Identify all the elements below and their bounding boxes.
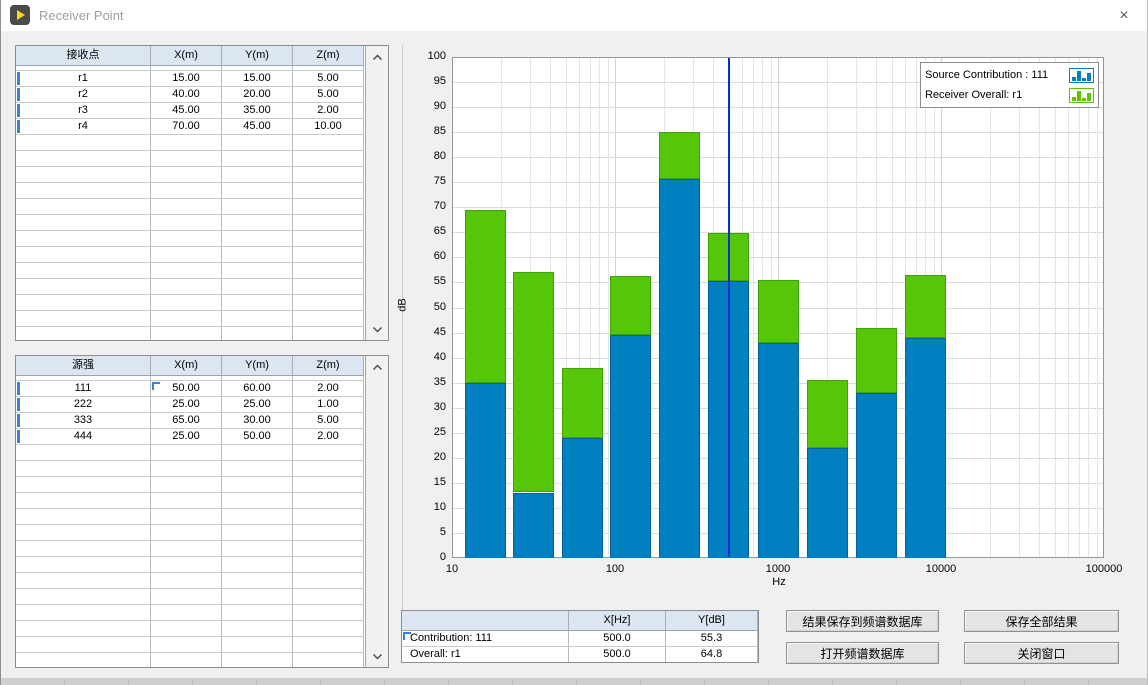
bar-31.5hz-contribution: [513, 493, 554, 558]
y-tick-label: 95: [416, 75, 446, 87]
column-header: X[Hz]: [569, 611, 666, 631]
y-tick-label: 90: [416, 100, 446, 112]
bar-2000hz-overall: [807, 380, 848, 448]
y-tick-label: 85: [416, 125, 446, 137]
bar-1000hz-overall: [758, 280, 799, 343]
cell-focus-marker: [403, 632, 411, 640]
legend-label-source-contribution: Source Contribution : 111: [925, 69, 1048, 81]
y-tick-label: 10: [416, 501, 446, 513]
v-gridline-minor: [990, 58, 991, 557]
bar-8000hz-contribution: [905, 338, 946, 558]
v-gridline-minor: [1039, 58, 1040, 557]
table-cell[interactable]: 500.0: [569, 631, 666, 647]
bar-4000hz-overall: [856, 328, 897, 393]
save-results-to-spectrum-db-button[interactable]: 结果保存到频谱数据库: [786, 610, 939, 632]
bar-16hz-contribution: [465, 383, 506, 558]
bar-63hz-overall: [562, 368, 603, 438]
x-tick-label: 100: [575, 563, 655, 575]
bar-4000hz-contribution: [856, 393, 897, 558]
y-tick-label: 80: [416, 150, 446, 162]
background-window-sliver: [1, 678, 1148, 685]
bar-63hz-contribution: [562, 438, 603, 558]
bar-series-blue-icon: [1069, 68, 1094, 83]
y-tick-label: 50: [416, 301, 446, 313]
v-gridline-minor: [1055, 58, 1056, 557]
x-axis-unit-label: Hz: [766, 576, 792, 588]
y-tick-label: 20: [416, 451, 446, 463]
y-tick-label: 55: [416, 275, 446, 287]
column-header: [402, 611, 569, 631]
v-gridline-minor: [1019, 58, 1020, 557]
y-tick-label: 25: [416, 426, 446, 438]
y-axis-unit-label: dB: [397, 298, 409, 311]
bar-8000hz-overall: [905, 275, 946, 338]
y-tick-label: 0: [416, 551, 446, 563]
table-cell[interactable]: 500.0: [569, 647, 666, 663]
y-tick-label: 15: [416, 476, 446, 488]
cursor-readout-table: X[Hz]Y[dB]Contribution: 111500.055.3Over…: [401, 610, 759, 663]
table-cell[interactable]: Contribution: 111: [402, 631, 569, 647]
legend-item-source-contribution[interactable]: Source Contribution : 111: [925, 65, 1094, 85]
y-tick-label: 70: [416, 200, 446, 212]
spectrum-chart[interactable]: 0 5 10 15 20 25 30 35 40 45 50 55 60 65 70 75 80 85 90 95 10…: [1, 0, 1147, 685]
v-gridline-minor: [753, 58, 754, 557]
table-header-row: X[Hz]Y[dB]: [402, 611, 758, 631]
y-tick-label: 60: [416, 250, 446, 262]
bar-16hz-overall: [465, 210, 506, 383]
bar-1000hz-contribution: [758, 343, 799, 558]
v-gridline-minor: [1097, 58, 1098, 557]
y-tick-label: 30: [416, 401, 446, 413]
bar-125hz-overall: [610, 276, 651, 335]
v-gridline-minor: [608, 58, 609, 557]
legend-item-receiver-overall[interactable]: Receiver Overall: r1: [925, 85, 1094, 105]
y-tick-label: 35: [416, 376, 446, 388]
x-tick-label: 100000: [1064, 563, 1144, 575]
bar-series-green-icon: [1069, 88, 1094, 103]
table-cell[interactable]: Overall: r1: [402, 647, 569, 663]
table-cell[interactable]: 55.3: [666, 631, 758, 647]
y-tick-label: 40: [416, 351, 446, 363]
y-tick-label: 75: [416, 175, 446, 187]
v-gridline-minor: [1079, 58, 1080, 557]
legend-label-receiver-overall: Receiver Overall: r1: [925, 89, 1022, 101]
x-tick-label: 10: [412, 563, 492, 575]
bar-2000hz-contribution: [807, 448, 848, 558]
receiver-point-window: Receiver Point × 接收点X(m)Y(m)Z(m)r115.001…: [0, 0, 1148, 685]
save-all-results-button[interactable]: 保存全部结果: [964, 610, 1119, 632]
cursor-line-500hz[interactable]: [728, 58, 730, 557]
x-tick-label: 10000: [901, 563, 981, 575]
y-tick-label: 45: [416, 326, 446, 338]
x-tick-label: 1000: [738, 563, 818, 575]
y-tick-label: 100: [416, 50, 446, 62]
y-tick-label: 65: [416, 225, 446, 237]
open-spectrum-db-button[interactable]: 打开频谱数据库: [786, 642, 939, 664]
y-tick-label: 5: [416, 526, 446, 538]
table-cell[interactable]: 64.8: [666, 647, 758, 663]
bar-250hz-contribution: [659, 179, 700, 558]
bar-250hz-overall: [659, 132, 700, 179]
bar-31.5hz-overall: [513, 272, 554, 492]
table-row[interactable]: Overall: r1500.064.8: [402, 647, 758, 663]
v-gridline-minor: [1088, 58, 1089, 557]
chart-legend: Source Contribution : 111 Receiver Overa…: [920, 62, 1099, 108]
column-header: Y[dB]: [666, 611, 758, 631]
table-row[interactable]: Contribution: 111500.055.3: [402, 631, 758, 647]
close-window-button[interactable]: 关闭窗口: [964, 642, 1119, 664]
v-gridline-minor: [1068, 58, 1069, 557]
bar-125hz-contribution: [610, 335, 651, 558]
